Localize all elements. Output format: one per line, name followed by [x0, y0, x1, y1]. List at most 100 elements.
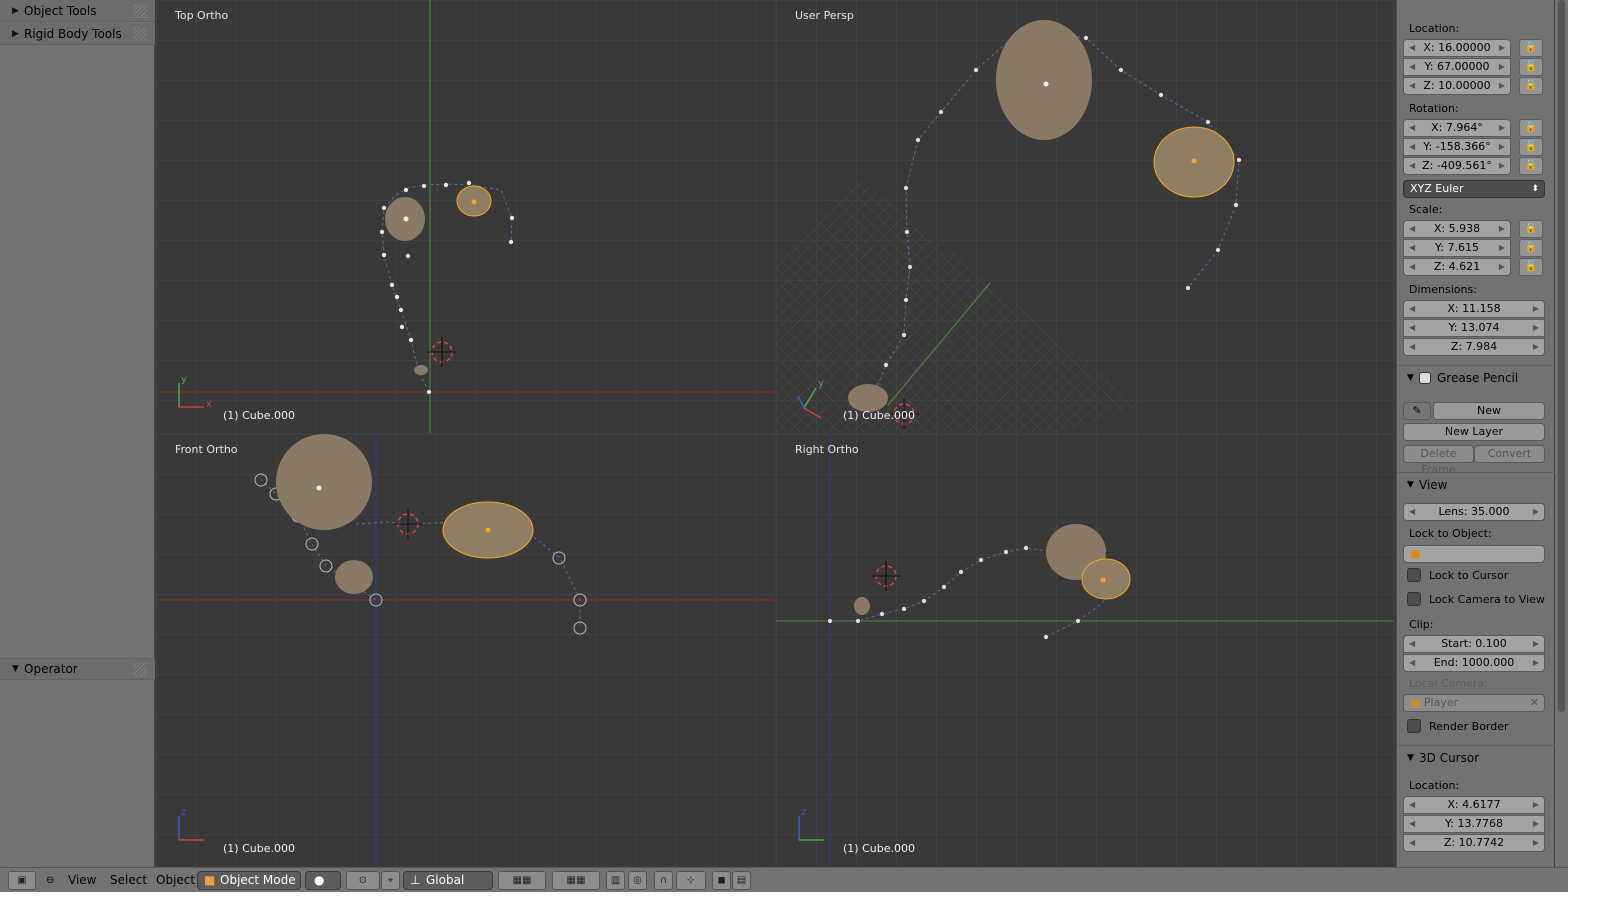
scale-x-field[interactable]: ◀ X: 5.938 ▶ [1403, 220, 1511, 238]
rock-mesh [996, 20, 1092, 140]
layers-grid-icon[interactable]: ▦▦ [498, 871, 546, 890]
cube-icon: ■ [204, 873, 216, 887]
lock-icon[interactable]: 🔓 [1519, 77, 1543, 95]
snap-magnet-icon[interactable]: ∩ [654, 871, 673, 890]
viewport-label: Top Ortho [175, 9, 229, 22]
clip-start-field[interactable]: ◀ Start: 0.100 ▶ [1403, 635, 1545, 653]
scale-z-field[interactable]: ◀ Z: 4.621 ▶ [1403, 258, 1511, 276]
proportional-edit-icon[interactable]: ◎ [628, 871, 647, 890]
local-camera-label: Local Camera: [1409, 677, 1488, 690]
scale-y-field[interactable]: ◀ Y: 7.615 ▶ [1403, 239, 1511, 257]
rotation-y-field[interactable]: ◀ Y: -158.366° ▶ [1403, 138, 1511, 156]
collapse-menu-icon[interactable]: ⊖ [46, 871, 54, 890]
chevron-updown-icon: ⬍ [1531, 184, 1539, 194]
location-label: Location: [1409, 22, 1460, 35]
object-mode-select[interactable]: ■ Object Mode [197, 871, 301, 890]
cursor-z-field[interactable]: ◀ Z: 10.7742 ▶ [1403, 834, 1545, 852]
rotation-mode-select[interactable]: XYZ Euler ⬍ [1403, 180, 1545, 198]
clip-label: Clip: [1409, 618, 1434, 631]
scrollbar-thumb[interactable] [1558, 0, 1565, 712]
lens-field[interactable]: ◀ Lens: 35.000 ▶ [1403, 503, 1545, 521]
rotation-x-field[interactable]: ◀ X: 7.964° ▶ [1403, 119, 1511, 137]
grease-pencil-new-button[interactable]: New [1433, 402, 1545, 420]
svg-text:x: x [206, 399, 212, 410]
grease-pencil-panel-header[interactable]: ▼ Grease Pencil [1397, 365, 1555, 389]
panel-rigid-body-tools-label: Rigid Body Tools [24, 26, 122, 41]
3d-cursor-panel-header[interactable]: ▼ 3D Cursor [1397, 745, 1555, 769]
lock-icon[interactable]: 🔓 [1519, 239, 1543, 257]
location-x-field[interactable]: ◀ X: 16.00000 ▶ [1403, 39, 1511, 57]
editor-type-icon[interactable]: ▣ [8, 871, 36, 890]
viewport-label: Front Ortho [175, 443, 238, 456]
layer-lock-icon[interactable]: ▥ [606, 871, 625, 890]
user-persp-scene: y [776, 20, 1242, 433]
grip-icon[interactable] [133, 663, 147, 677]
location-y-field[interactable]: ◀ Y: 67.00000 ▶ [1403, 58, 1511, 76]
local-camera-field[interactable]: ■ Player ✕ [1403, 694, 1545, 712]
properties-panel: Location: ◀ X: 16.00000 ▶ ◀ Y: 67.00000 ▶ ◀ Z… [1396, 0, 1555, 892]
panel-object-tools[interactable]: ▶ Object Tools [0, 0, 155, 22]
panel-object-tools-label: Object Tools [24, 3, 97, 18]
svg-text:z: z [181, 807, 186, 818]
cursor-x-field[interactable]: ◀ X: 4.6177 ▶ [1403, 796, 1545, 814]
new-layer-button[interactable]: New Layer [1403, 423, 1545, 441]
menu-view[interactable]: View [68, 871, 96, 890]
viewport-label: Right Ortho [795, 443, 859, 456]
cursor-location-label: Location: [1409, 779, 1460, 792]
lock-icon[interactable]: 🔓 [1519, 58, 1543, 76]
orientation-icon: ⊥ [410, 873, 421, 887]
location-z-field[interactable]: ◀ Z: 10.00000 ▶ [1403, 77, 1511, 95]
lock-to-cursor-checkbox[interactable]: Lock to Cursor [1407, 568, 1508, 582]
front-ortho-scene: z [156, 434, 774, 866]
pivot-point-icon[interactable]: ⊙ [346, 871, 380, 890]
viewport-top-ortho[interactable]: y x Top Ortho (1) Cube.000 [156, 0, 774, 433]
layers-grid-icon[interactable]: ▦▦ [552, 871, 600, 890]
window-margin [1568, 0, 1612, 917]
rock-mesh-selected [1081, 558, 1131, 600]
render-border-checkbox[interactable]: Render Border [1407, 719, 1509, 733]
camera-icon: ■ [1410, 696, 1421, 709]
panel-operator[interactable]: ▼ Operator [0, 658, 155, 680]
properties-scrollbar[interactable] [1555, 0, 1568, 892]
menu-select[interactable]: Select [110, 871, 147, 890]
viewport-front-ortho[interactable]: z Front Ortho (1) Cube.000 [156, 434, 774, 866]
lock-camera-to-view-checkbox[interactable]: Lock Camera to View [1407, 592, 1545, 606]
pencil-icon[interactable]: ✎ [1403, 402, 1431, 420]
transform-orientation-select[interactable]: ⊥ Global [403, 871, 493, 890]
lock-icon[interactable]: 🔓 [1519, 119, 1543, 137]
menu-object[interactable]: Object [156, 871, 195, 890]
grease-pencil-enable-checkbox[interactable] [1419, 371, 1431, 384]
svg-text:y: y [818, 378, 824, 389]
manipulator-icon[interactable]: ⌖ [381, 871, 400, 890]
panel-rigid-body-tools[interactable]: ▶ Rigid Body Tools [0, 23, 155, 45]
cube-icon: ■ [1410, 547, 1421, 560]
lock-icon[interactable]: 🔓 [1519, 39, 1543, 57]
grip-icon[interactable] [133, 4, 147, 18]
view-panel-header[interactable]: ▼ View [1397, 472, 1555, 496]
dimensions-z-field[interactable]: ◀ Z: 7.984 ▶ [1403, 338, 1545, 356]
lock-icon[interactable]: 🔓 [1519, 138, 1543, 156]
clip-end-field[interactable]: ◀ End: 1000.000 ▶ [1403, 654, 1545, 672]
grip-icon[interactable] [133, 27, 147, 41]
convert-button[interactable]: Convert [1474, 445, 1545, 463]
collapsed-triangle-icon: ▶ [12, 28, 19, 39]
scale-label: Scale: [1409, 203, 1443, 216]
render-still-icon[interactable]: ◼ [712, 871, 731, 890]
lock-icon[interactable]: 🔓 [1519, 258, 1543, 276]
dimensions-y-field[interactable]: ◀ Y: 13.074 ▶ [1403, 319, 1545, 337]
snap-element-icon[interactable]: ⊹ [676, 871, 706, 890]
lock-icon[interactable]: 🔓 [1519, 157, 1543, 175]
viewport-user-persp[interactable]: y User Persp (1) Cube.000 [776, 0, 1394, 433]
expanded-triangle-icon: ▼ [12, 664, 19, 674]
lock-to-object-field[interactable]: ■ [1403, 545, 1545, 563]
viewport-right-ortho[interactable]: z Right Ortho (1) Cube.000 [776, 434, 1394, 866]
cursor-y-field[interactable]: ◀ Y: 13.7768 ▶ [1403, 815, 1545, 833]
viewport-shading-select[interactable]: ● [305, 871, 341, 890]
rock-mesh [276, 434, 372, 530]
collapsed-triangle-icon: ▶ [12, 5, 19, 16]
lock-icon[interactable]: 🔓 [1519, 220, 1543, 238]
render-anim-icon[interactable]: ▤ [732, 871, 751, 890]
dimensions-x-field[interactable]: ◀ X: 11.158 ▶ [1403, 300, 1545, 318]
rotation-z-field[interactable]: ◀ Z: -409.561° ▶ [1403, 157, 1511, 175]
delete-frame-button[interactable]: Delete Frame [1403, 445, 1474, 476]
